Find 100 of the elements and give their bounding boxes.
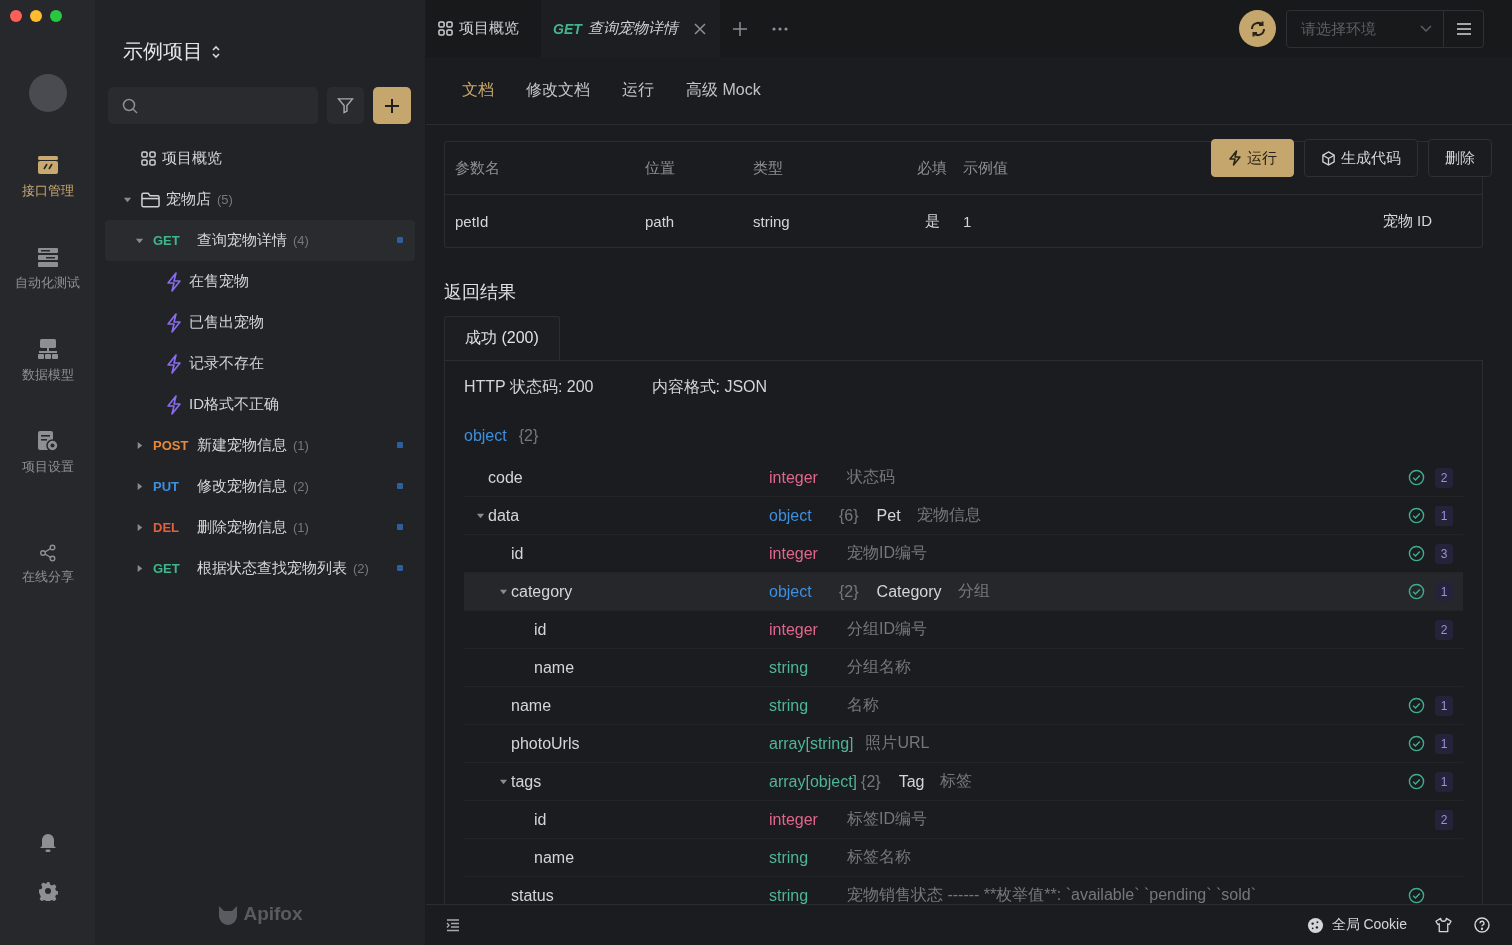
grid-icon (438, 21, 453, 36)
http-method: DEL (153, 520, 180, 535)
close-window-button[interactable] (10, 10, 22, 22)
count-badge: 1 (1435, 505, 1453, 526)
field-name: tags (511, 772, 542, 791)
generate-code-button[interactable]: 生成代码 (1304, 139, 1418, 177)
field-description: 状态码 (847, 467, 895, 487)
cookie-icon (1306, 916, 1324, 934)
bolt-icon (165, 353, 183, 374)
caret-icon[interactable] (498, 587, 508, 596)
tree-row[interactable]: DEL 删除宠物信息 (1) (105, 507, 415, 548)
zoom-window-button[interactable] (50, 10, 62, 22)
chevron-down-icon (1420, 24, 1432, 33)
run-button[interactable]: 运行 (1211, 139, 1294, 177)
rail-nav-item[interactable]: 数据模型 (21, 338, 74, 384)
share-icon (38, 544, 57, 562)
caret-icon[interactable] (134, 236, 144, 245)
column-header: 参数名 (455, 158, 501, 178)
sync-icon (1248, 19, 1267, 38)
count-badge: 2 (1435, 467, 1453, 488)
search-field[interactable] (108, 87, 318, 124)
tree-row[interactable]: 项目概览 (105, 138, 415, 179)
tree-item-label: 宠物店 (166, 190, 211, 209)
table-cell-text: 1 (962, 212, 973, 230)
table-cell-text: path (645, 212, 676, 230)
tree-row[interactable]: POST 新建宠物信息 (1) (105, 425, 415, 466)
field-name: name (534, 658, 575, 677)
filter-button[interactable] (327, 87, 364, 124)
editor-tab[interactable]: 项目概览 (426, 0, 541, 57)
selected-tree-row[interactable]: GET 查询宠物详情 (4) (105, 220, 415, 261)
environment-select[interactable]: 请选择环境 (1286, 9, 1444, 48)
field-description: 宠物信息 (916, 505, 981, 525)
sync-button[interactable] (1239, 10, 1276, 47)
field-description: 照片URL (865, 733, 930, 753)
shirt-icon[interactable] (1435, 917, 1452, 933)
count-badge: 2 (1435, 809, 1453, 830)
content-format-text: 内容格式: JSON (651, 376, 768, 397)
http-method: PUT (153, 479, 180, 494)
count-badge: 1 (1435, 771, 1453, 792)
column-header: 必填 (916, 158, 948, 178)
settings-icon[interactable] (37, 881, 58, 901)
add-button[interactable] (373, 87, 411, 124)
minimize-window-button[interactable] (30, 10, 42, 22)
api-icon (36, 154, 59, 176)
doc-tab[interactable]: 运行 (606, 57, 670, 124)
caret-icon[interactable] (122, 195, 132, 204)
bell-icon[interactable] (38, 833, 57, 853)
caret-icon[interactable] (498, 777, 508, 786)
table-cell-text: petId (455, 212, 490, 230)
menu-button[interactable] (1444, 9, 1484, 48)
field-description: 标签名称 (847, 847, 911, 867)
field-type: object (769, 506, 813, 525)
help-icon[interactable] (1474, 917, 1490, 933)
caret-icon[interactable] (475, 511, 485, 520)
delete-button[interactable]: 删除 (1428, 139, 1492, 177)
tree-row[interactable]: PUT 修改宠物信息 (2) (105, 466, 415, 507)
tree-row[interactable]: ID格式不正确 (105, 384, 415, 425)
global-cookie-button[interactable]: 全局 Cookie (1300, 915, 1413, 935)
brand-name: Apifox (243, 903, 303, 925)
field-type: object (464, 427, 507, 445)
doc-tab[interactable]: 文档 (446, 57, 510, 124)
cube-icon (1321, 150, 1336, 166)
field-type: array[object] (769, 772, 858, 791)
stack-icon (36, 246, 59, 268)
editor-tab[interactable]: GET 查询宠物详情 (541, 0, 720, 57)
table-cell-text: 是 (923, 211, 941, 231)
up-down-chevron-icon[interactable] (211, 43, 221, 60)
column-header: 类型 (753, 158, 784, 178)
tree-row[interactable]: 已售出宠物 (105, 302, 415, 343)
rail-nav-item[interactable]: 项目设置 (21, 430, 74, 476)
doc-tab[interactable]: 高级 Mock (670, 57, 777, 124)
field-count: {2} (839, 582, 859, 601)
field-name: code (488, 468, 523, 487)
outline-icon[interactable] (446, 918, 460, 932)
rail-nav-item[interactable]: 接口管理 (21, 154, 74, 200)
bolt-icon (1228, 150, 1242, 166)
tree-row[interactable]: 宠物店 (5) (105, 179, 415, 220)
rail-nav-item[interactable]: 在线分享 (21, 544, 74, 586)
plus-icon (731, 20, 748, 37)
table-cell-text: string (753, 212, 791, 230)
tree-row[interactable]: 在售宠物 (105, 261, 415, 302)
field-type: object (769, 582, 813, 601)
tree-row[interactable]: GET 根据状态查找宠物列表 (2) (105, 548, 415, 589)
count-badge: 1 (1435, 695, 1453, 716)
project-title[interactable]: 示例项目 (123, 38, 203, 65)
check-circle-icon (1408, 697, 1425, 714)
field-description: 分组名称 (847, 657, 911, 677)
close-icon[interactable] (693, 22, 706, 35)
item-count: (2) (353, 561, 369, 576)
rail-nav-item[interactable]: 自动化测试 (15, 246, 80, 292)
tree-row[interactable]: 记录不存在 (105, 343, 415, 384)
response-tab[interactable]: 成功 (200) (444, 316, 560, 360)
check-circle-icon (1408, 773, 1425, 790)
doc-tab[interactable]: 修改文档 (510, 57, 606, 124)
item-count: (1) (293, 438, 309, 453)
document-gear-icon (36, 430, 59, 452)
field-type: string (769, 696, 810, 715)
field-name: name (534, 848, 575, 867)
grid-icon (141, 151, 156, 166)
item-count: (2) (293, 479, 309, 494)
